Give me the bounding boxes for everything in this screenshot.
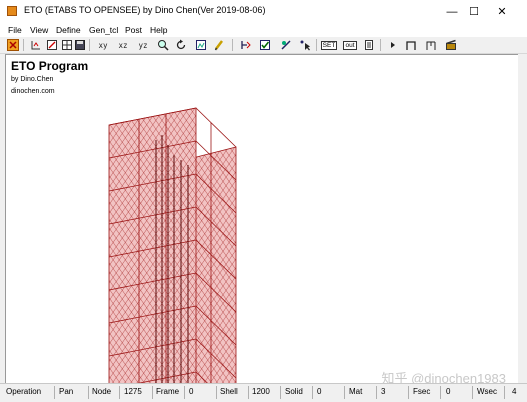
- status-operation-value: Pan: [59, 387, 74, 396]
- out-label: out: [343, 40, 357, 50]
- status-node-value: 1275: [124, 387, 142, 396]
- menu-bar: File View Define Gen_tcl Post Help: [0, 23, 527, 37]
- status-operation-label: Operation: [6, 387, 42, 396]
- pencil-icon[interactable]: [212, 38, 226, 52]
- select-cursor-icon[interactable]: [298, 38, 312, 52]
- set-button[interactable]: SET: [320, 38, 338, 52]
- document-icon[interactable]: [362, 38, 376, 52]
- toolbar-separator: [316, 39, 317, 51]
- load-icon[interactable]: [279, 38, 293, 52]
- status-solid-label: Solid: [285, 387, 303, 396]
- status-divider: [408, 386, 409, 399]
- status-node-label: Node: [92, 387, 112, 396]
- out-button[interactable]: out: [342, 38, 358, 52]
- toolbar-separator: [23, 39, 24, 51]
- title-bar: ETO (ETABS TO OPENSEE) by Dino Chen(Ver …: [0, 0, 527, 23]
- play-icon[interactable]: [386, 38, 400, 52]
- zoom-icon[interactable]: [156, 38, 170, 52]
- view-yz-button[interactable]: yz: [135, 38, 151, 52]
- clapper-icon[interactable]: [444, 38, 458, 52]
- status-shell-label: Shell: [220, 387, 238, 396]
- menu-post[interactable]: Post: [125, 25, 142, 35]
- status-divider: [54, 386, 55, 399]
- view-xz-button[interactable]: xz: [115, 38, 131, 52]
- grid-icon[interactable]: [60, 38, 74, 52]
- close-button[interactable]: ✕: [487, 0, 517, 23]
- status-fsec-value: 0: [446, 387, 451, 396]
- status-divider: [119, 386, 120, 399]
- status-divider: [248, 386, 249, 399]
- status-divider: [504, 386, 505, 399]
- view-xy-button[interactable]: xy: [95, 38, 111, 52]
- status-mat-label: Mat: [349, 387, 363, 396]
- status-divider: [184, 386, 185, 399]
- structure-model[interactable]: [6, 55, 518, 384]
- status-fsec-label: Fsec: [413, 387, 431, 396]
- edit-icon[interactable]: [45, 38, 59, 52]
- app-icon: [7, 6, 17, 16]
- rotate-icon[interactable]: [174, 38, 188, 52]
- structure-icon[interactable]: [424, 38, 438, 52]
- assign-icon[interactable]: [239, 38, 253, 52]
- menu-file[interactable]: File: [8, 25, 22, 35]
- status-bar: Operation Pan Node 1275 Frame 0 Shell 12…: [0, 383, 527, 402]
- status-frame-label: Frame: [156, 387, 180, 396]
- status-wsec-label: Wsec: [477, 387, 497, 396]
- status-divider: [280, 386, 281, 399]
- toolbar-separator: [232, 39, 233, 51]
- menu-view[interactable]: View: [30, 25, 48, 35]
- status-divider: [216, 386, 217, 399]
- maximize-button[interactable]: ☐: [459, 0, 489, 23]
- view-xy-label: xy: [98, 40, 108, 50]
- status-divider: [312, 386, 313, 399]
- status-wsec-value: 4: [512, 387, 517, 396]
- check-icon[interactable]: [258, 38, 272, 52]
- view-xz-label: xz: [118, 40, 128, 50]
- picture-icon[interactable]: [194, 38, 208, 52]
- status-shell-value: 1200: [252, 387, 270, 396]
- status-divider: [472, 386, 473, 399]
- status-solid-value: 0: [317, 387, 322, 396]
- import-icon[interactable]: [6, 38, 20, 52]
- toolbar-separator: [380, 39, 381, 51]
- toolbar: xy xz yz SET out: [0, 37, 527, 54]
- save-disk-icon[interactable]: [73, 38, 87, 52]
- toolbar-separator: [89, 39, 90, 51]
- status-divider: [344, 386, 345, 399]
- menu-define[interactable]: Define: [56, 25, 81, 35]
- status-divider: [88, 386, 89, 399]
- window-title: ETO (ETABS TO OPENSEE) by Dino Chen(Ver …: [24, 5, 266, 15]
- floor-line: [195, 107, 237, 148]
- view-yz-label: yz: [138, 40, 148, 50]
- status-divider: [152, 386, 153, 399]
- status-divider: [440, 386, 441, 399]
- frame-shape-icon[interactable]: [404, 38, 418, 52]
- menu-gen-tcl[interactable]: Gen_tcl: [89, 25, 118, 35]
- watermark-text: 知乎 @dinochen1983: [381, 371, 507, 384]
- status-mat-value: 3: [381, 387, 386, 396]
- status-divider: [376, 386, 377, 399]
- menu-help[interactable]: Help: [150, 25, 167, 35]
- model-icon[interactable]: [29, 38, 43, 52]
- status-frame-value: 0: [189, 387, 194, 396]
- set-label: SET: [320, 40, 338, 50]
- model-canvas[interactable]: ETO Program by Dino.Chen dinochen.com 知乎…: [5, 54, 518, 384]
